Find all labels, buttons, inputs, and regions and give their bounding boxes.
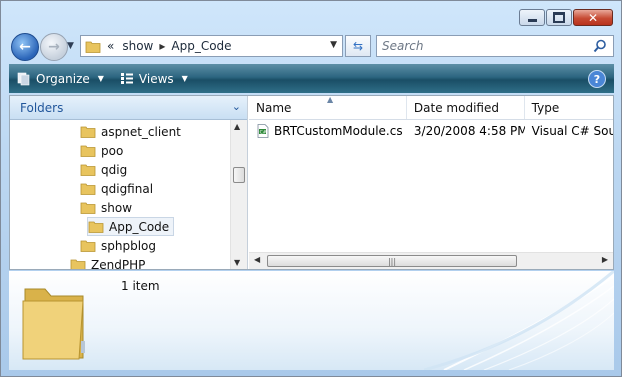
column-header-row: ▲ Name Date modified Type [249,95,613,120]
forward-button[interactable]: → [40,33,68,61]
organize-label: Organize [36,71,90,86]
column-label: Type [531,100,560,115]
folder-open-icon [80,202,96,214]
csharp-file-icon: C# [257,124,269,138]
sort-ascending-icon: ▲ [327,95,334,104]
folder-icon [80,145,96,157]
tree-item-label: show [101,200,133,215]
caption-buttons: ✕ [519,9,613,26]
close-button[interactable]: ✕ [573,9,613,26]
file-list-horizontal-scrollbar[interactable]: ◀ ||| ▶ [249,252,613,269]
tree-item-qdig[interactable]: qdig [80,160,127,179]
organize-button[interactable]: Organize ▼ [17,72,104,86]
file-row[interactable]: C# BRTCustomModule.cs 3/20/2008 4:58 PM … [249,122,613,140]
tree-item-app-code[interactable]: App_Code [87,217,175,236]
breadcrumb-item-show[interactable]: show [122,39,153,53]
scroll-down-icon[interactable]: ▼ [234,258,240,267]
search-icon[interactable] [593,39,607,53]
views-icon [120,73,133,84]
column-header-type[interactable]: Type [525,96,613,119]
item-count: 1 item [121,279,160,293]
breadcrumb-overflow[interactable]: « [107,39,114,53]
tree-item-label: ZendPHP [91,257,146,270]
file-name: BRTCustomModule.cs [274,124,403,138]
recent-pages-dropdown[interactable]: ▼ [67,41,74,51]
back-button[interactable]: ← [11,33,39,61]
column-label: Name [256,100,292,115]
maximize-button[interactable] [546,9,572,26]
chevron-down-icon: ▼ [97,74,104,83]
forward-arrow-icon: → [48,39,60,55]
collapse-chevron-icon[interactable]: ⌄ [232,100,241,113]
folders-pane: Folders ⌄ aspnet_client poo qdig qdigfin… [10,96,248,269]
folders-vertical-scrollbar[interactable]: ▲ ▼ [230,120,247,269]
search-placeholder: Search [382,39,424,53]
folder-icon [85,41,101,53]
folder-icon [80,164,96,176]
folders-header[interactable]: Folders ⌄ [10,96,247,120]
command-bar: Organize ▼ Views ▼ ? [9,64,614,93]
folder-tree: aspnet_client poo qdig qdigfinal show Ap… [10,120,230,269]
refresh-button[interactable]: ⇆ [345,35,371,57]
tree-item-label: sphpblog [101,238,157,253]
refresh-icon: ⇆ [352,39,364,53]
file-name-cell[interactable]: C# BRTCustomModule.cs [249,124,407,138]
tree-item-aspnet-client[interactable]: aspnet_client [80,122,181,141]
chevron-down-icon: ▼ [181,74,188,83]
scroll-thumb[interactable] [233,167,245,183]
folder-icon [80,126,96,138]
column-header-date-modified[interactable]: Date modified [407,96,525,119]
scroll-left-icon[interactable]: ◀ [254,255,260,264]
folders-header-label: Folders [20,100,64,115]
tree-item-label: poo [101,143,124,158]
views-button[interactable]: Views ▼ [120,72,188,86]
help-button[interactable]: ? [588,70,606,88]
tree-item-label: aspnet_client [101,124,181,139]
maximize-icon [553,12,565,23]
grip-icon: ||| [387,256,397,266]
large-folder-icon [22,288,85,360]
minimize-button[interactable] [519,9,545,26]
breadcrumb-separator-icon[interactable]: ▸ [159,39,165,53]
tree-item-qdigfinal[interactable]: qdigfinal [80,179,153,198]
content-area: Folders ⌄ aspnet_client poo qdig qdigfin… [9,95,614,270]
views-label: Views [138,71,174,86]
file-list-pane: ▲ Name Date modified Type C# BRTCustomMo… [249,95,613,269]
date-modified-cell: 3/20/2008 4:58 PM [413,124,525,138]
scroll-up-icon[interactable]: ▲ [234,122,240,131]
navigation-bar: ← → ▼ « show ▸ App_Code ▼ ⇆ Search [1,31,621,61]
folder-icon [80,183,96,195]
breadcrumb-item-app-code[interactable]: App_Code [171,39,231,53]
decorative-swoosh [424,271,614,370]
tree-item-zendphp[interactable]: ZendPHP [70,255,145,269]
organize-icon [17,72,30,85]
tree-item-poo[interactable]: poo [80,141,123,160]
minimize-icon [527,18,537,22]
tree-item-label: qdigfinal [101,181,154,196]
details-pane: 1 item [9,271,614,370]
tree-item-show[interactable]: show [80,198,132,217]
scroll-right-icon[interactable]: ▶ [602,255,608,264]
column-label: Date modified [413,100,499,115]
tree-item-label: qdig [101,162,128,177]
svg-text:C#: C# [260,129,267,135]
folder-icon [80,240,96,252]
tree-item-label: App_Code [109,219,170,234]
close-icon: ✕ [587,10,599,25]
type-cell: Visual C# Sourc [531,124,613,138]
help-icon: ? [593,72,601,86]
scroll-thumb[interactable]: ||| [267,255,517,267]
address-bar[interactable]: « show ▸ App_Code ▼ [80,35,343,57]
search-box[interactable]: Search [376,35,614,57]
address-dropdown-icon[interactable]: ▼ [330,40,337,50]
back-arrow-icon: ← [19,39,31,55]
folder-icon [88,221,104,233]
tree-item-sphpblog[interactable]: sphpblog [80,236,156,255]
folder-icon [70,259,86,269]
explorer-window: ✕ ← → ▼ « show ▸ App_Code ▼ ⇆ Search Org… [0,0,622,377]
